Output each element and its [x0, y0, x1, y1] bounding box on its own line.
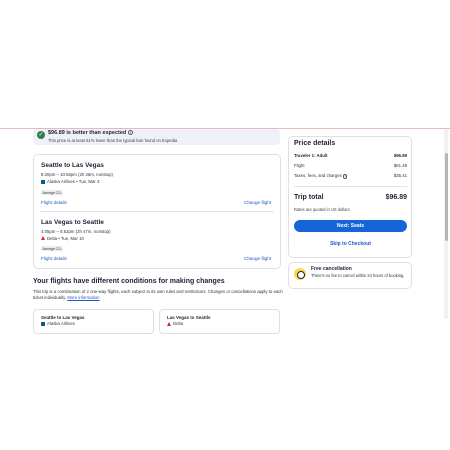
segment-airline: Alaska Airlines • Tue, Mar 3: [41, 179, 99, 184]
cancellation-body: There's no fee to cancel within 24 hours…: [311, 273, 405, 278]
co2-badge: Average CO₂: [41, 190, 64, 195]
flight-details-link[interactable]: Flight details: [41, 200, 67, 205]
alaska-logo-icon: [41, 321, 45, 326]
alaska-logo-icon: [41, 179, 45, 184]
banner-subtitle: This price is at least 61% lower than th…: [48, 137, 178, 143]
clock-icon: [294, 268, 306, 280]
flight-details-link[interactable]: Flight details: [41, 256, 67, 261]
scrollbar-thumb[interactable]: [445, 153, 448, 241]
segment-time: 8:20pm – 10:56pm (2h 36m, nonstop): [41, 172, 113, 177]
info-icon[interactable]: i: [342, 174, 348, 179]
trip-total-value: $96.89: [385, 194, 407, 201]
conditions-body: This trip is a combination of 2 one-way …: [33, 289, 283, 300]
rates-note: Rates are quoted in US dollars: [294, 207, 350, 212]
next-seats-button[interactable]: Next: Seats: [294, 220, 407, 232]
trip-total-label: Trip total: [294, 194, 324, 201]
check-circle-icon: ✓: [37, 131, 45, 139]
delta-logo-icon: [167, 321, 171, 326]
condition-card-title: Seattle to Las Vegas: [41, 315, 85, 320]
condition-card-airline: Delta: [167, 321, 183, 326]
segment-title: Seattle to Las Vegas: [41, 162, 104, 169]
taxes-value: $35.41: [393, 173, 407, 178]
banner-title: $96.89 is better than expected i: [48, 130, 134, 136]
cancellation-title: Free cancellation: [311, 266, 352, 272]
condition-card-title: Las Vegas to Seattle: [167, 315, 211, 320]
co2-badge: Average CO₂: [41, 246, 64, 251]
more-information-link[interactable]: More information: [67, 295, 99, 300]
traveler-value: $96.89: [393, 153, 407, 158]
skip-to-checkout-link[interactable]: Skip to Checkout: [294, 241, 407, 247]
condition-card-airline: Alaska Airlines: [41, 321, 75, 326]
taxes-label: Taxes, fees, and charges i: [294, 173, 348, 179]
traveler-label: Traveler 1: Adult: [294, 153, 328, 158]
page: ✓ $96.89 is better than expected i This p…: [0, 0, 450, 450]
flight-value: $61.48: [393, 163, 407, 168]
price-details-title: Price details: [294, 140, 336, 147]
delta-logo-icon: [41, 236, 45, 240]
segment-time: 4:05pm – 6:52pm (2h 47m, nonstop): [41, 228, 111, 234]
segment-title: Las Vegas to Seattle: [41, 219, 104, 226]
change-flight-link[interactable]: Change flight: [244, 256, 271, 261]
flight-label: Flight: [294, 163, 305, 168]
price-divider: [294, 186, 407, 187]
info-icon[interactable]: i: [128, 130, 134, 135]
segment-divider: [40, 211, 274, 212]
conditions-title: Your flights have different conditions f…: [33, 278, 225, 285]
segment-airline: Delta • Tue, Mar 10: [41, 236, 84, 241]
change-flight-link[interactable]: Change flight: [244, 200, 271, 205]
